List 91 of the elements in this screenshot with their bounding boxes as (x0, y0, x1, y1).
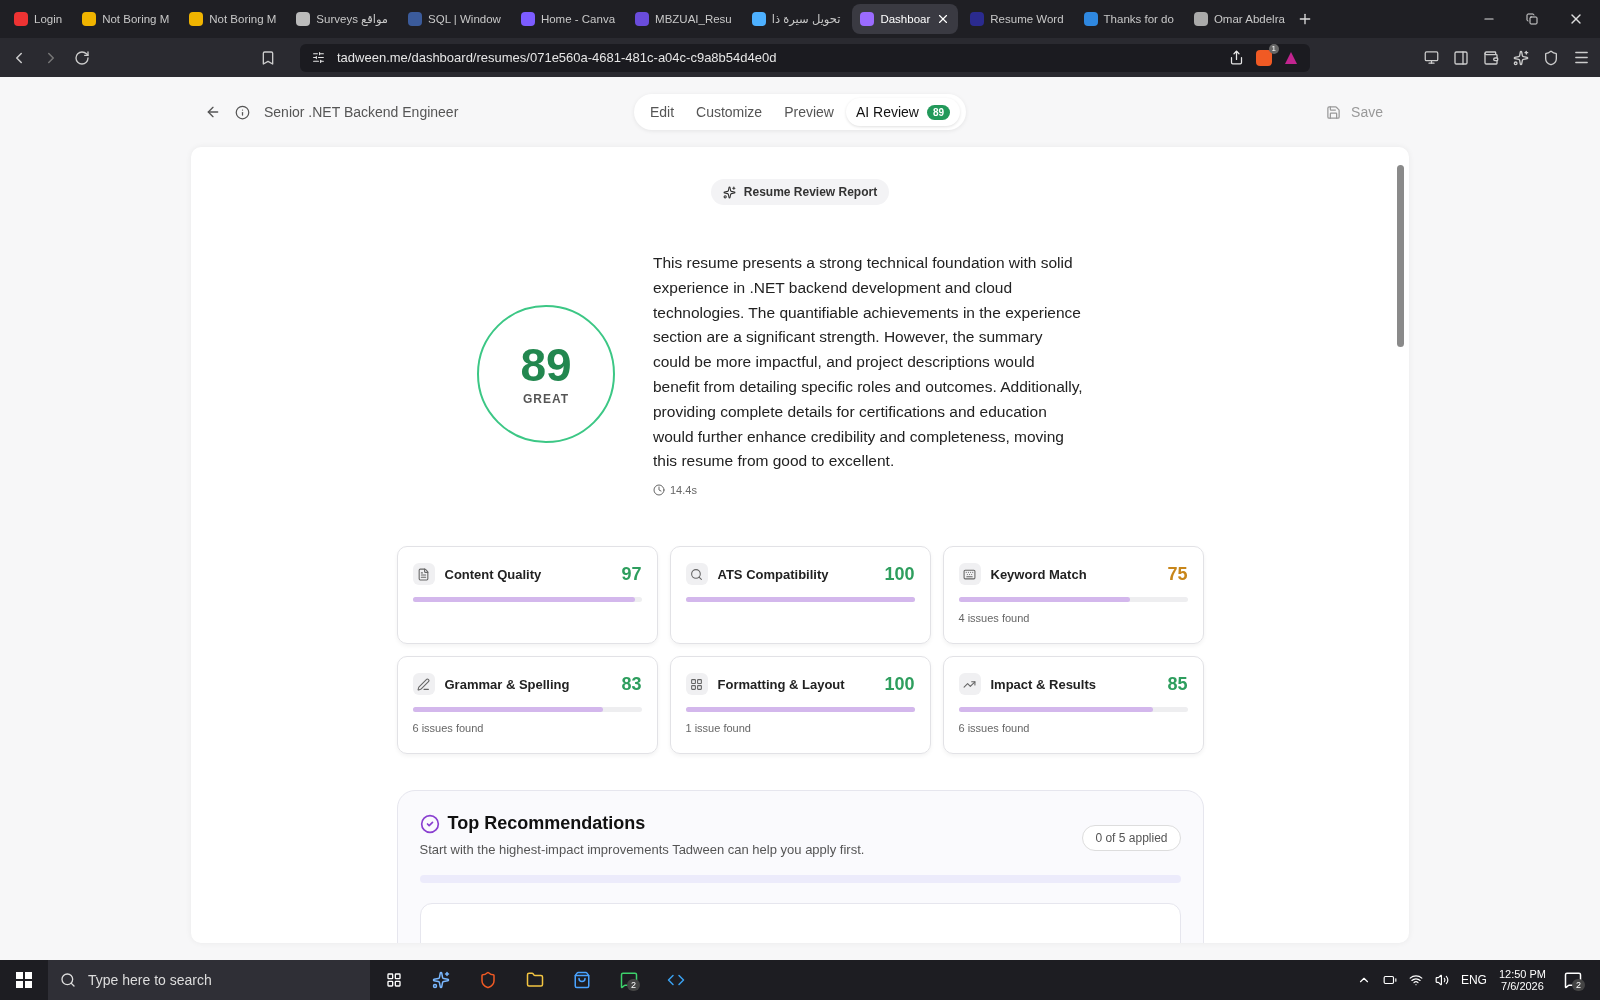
browser-tab[interactable]: Not Boring M (181, 4, 285, 34)
taskbar-search-field[interactable]: Type here to search (48, 960, 370, 1000)
browser-tab[interactable]: MBZUAI_Resu (627, 4, 740, 34)
sparkle-icon (722, 185, 736, 199)
favicon-icon (408, 12, 423, 26)
review-duration: 14.4s (653, 484, 1083, 497)
browser-tab[interactable]: Not Boring M (74, 4, 178, 34)
favicon-icon (970, 12, 985, 26)
metric-name: ATS Compatibility (717, 566, 830, 582)
shield-icon[interactable] (1543, 49, 1559, 66)
metric-name: Grammar & Spelling (444, 676, 571, 692)
recommendations-subtitle: Start with the highest-impact improvements Tadween can help you apply first. (419, 842, 865, 858)
address-field[interactable]: tadween.me/dashboard/resumes/071e560a-4681-481c-a04c-c9a8b54d4e0d 1 (300, 43, 1310, 72)
applied-count: 0 of 5 applied (1082, 825, 1181, 852)
browser-tab[interactable]: Thanks for do (1075, 4, 1182, 34)
metric-score: 97 (621, 563, 642, 585)
score-grade: GREAT (522, 391, 570, 406)
reload-icon[interactable] (74, 49, 90, 66)
favicon-icon (860, 12, 875, 26)
grid-icon (685, 673, 708, 696)
browser-tab[interactable]: Login (6, 4, 71, 34)
volume-icon[interactable] (1434, 973, 1449, 987)
issues-count: 6 issues found (412, 722, 485, 735)
share-icon[interactable] (1229, 50, 1244, 65)
count-badge: 2 (1572, 979, 1585, 991)
browser-tab[interactable]: Resume Word (962, 4, 1072, 34)
metric-name: Keyword Match (990, 566, 1088, 582)
recommendations-title: Top Recommendations (419, 813, 865, 835)
menu-icon[interactable] (1573, 49, 1590, 66)
pen-icon (412, 673, 435, 696)
issues-count: 4 issues found (958, 612, 1031, 625)
browser-tab[interactable]: Omar Abdelra (1185, 4, 1293, 34)
favicon-icon (1193, 12, 1208, 26)
browser-tab[interactable]: Surveys مواقع (288, 4, 397, 34)
count-badge: 1 (1268, 43, 1279, 54)
resume-title: Senior .NET Backend Engineer (264, 104, 459, 120)
chat-app-icon[interactable] (619, 971, 638, 989)
network-icon[interactable] (1408, 973, 1423, 987)
browser-tab[interactable]: SQL | Window (400, 4, 509, 34)
sidebar-icon[interactable] (1453, 49, 1469, 66)
screen-icon[interactable] (1424, 50, 1439, 65)
favicon-icon (14, 12, 28, 26)
document-icon (412, 563, 435, 586)
mode-tab[interactable]: Edit (639, 98, 684, 126)
favicon-icon (751, 12, 766, 26)
metric-score: 85 (1167, 673, 1188, 695)
favicon-icon (1083, 12, 1098, 26)
restore-icon[interactable] (1526, 13, 1538, 25)
metric-score: 83 (621, 673, 642, 695)
bookmark-icon[interactable] (260, 49, 276, 66)
metric-name: Formatting & Layout (717, 676, 846, 692)
favicon-icon (82, 12, 97, 26)
language-indicator[interactable]: ENG (1460, 973, 1487, 987)
sparkle-icon[interactable] (1513, 49, 1529, 66)
save-icon (1326, 104, 1342, 120)
issues-count: 1 issue found (685, 722, 752, 735)
browser-tab[interactable]: تحويل سيرة ذا (743, 4, 849, 34)
clock-icon (653, 484, 665, 497)
metric-score: 100 (884, 563, 915, 585)
keyboard-icon (958, 563, 981, 586)
report-pill: Resume Review Report (710, 179, 890, 205)
mode-tab[interactable]: AI Review 89 (845, 98, 961, 126)
metric-name: Impact & Results (990, 676, 1097, 692)
overall-score: 89 (520, 341, 572, 388)
taskbar-clock[interactable]: 12:50 PM 7/6/2026 (1498, 968, 1546, 992)
review-summary: This resume presents a strong technical foundation with solid experience in .NET backend development and cloud technologies. The quantifiable achievements in the experience section are a significant strength. However, the summary could be more impactful, and project descriptions would benefit from detailing specific roles and outcomes. Additionally, providing complete details for certifications and education would further enhance credibility and completeness, moving this resume from good to excellent. (653, 253, 1083, 472)
metric-name: Content Quality (444, 566, 543, 582)
check-circle-icon (419, 813, 440, 834)
favicon-icon (296, 12, 311, 26)
search-icon (685, 563, 708, 586)
trend-icon (958, 673, 981, 696)
triangle-icon[interactable] (1284, 50, 1298, 65)
browser-tab[interactable]: Home - Canva (512, 4, 624, 34)
favicon-icon (635, 12, 650, 26)
favicon-icon (189, 12, 204, 26)
count-badge: 2 (627, 979, 640, 991)
search-icon (60, 972, 76, 988)
browser-tab[interactable]: Dashboar (852, 4, 959, 34)
shield-icon[interactable] (1256, 49, 1272, 66)
favicon-icon (520, 12, 535, 26)
site-settings-icon[interactable] (312, 51, 325, 64)
wallet-icon[interactable] (1483, 49, 1499, 66)
mode-tab[interactable]: Customize (686, 98, 773, 126)
metric-score: 100 (884, 673, 915, 695)
score-badge: 89 (927, 104, 951, 120)
info-icon[interactable] (235, 104, 250, 120)
windows-start-icon[interactable] (16, 972, 32, 988)
metric-score: 75 (1167, 563, 1188, 585)
mode-tab[interactable]: Preview (774, 98, 844, 126)
issues-count: 6 issues found (958, 722, 1031, 735)
battery-icon[interactable] (1382, 973, 1397, 987)
